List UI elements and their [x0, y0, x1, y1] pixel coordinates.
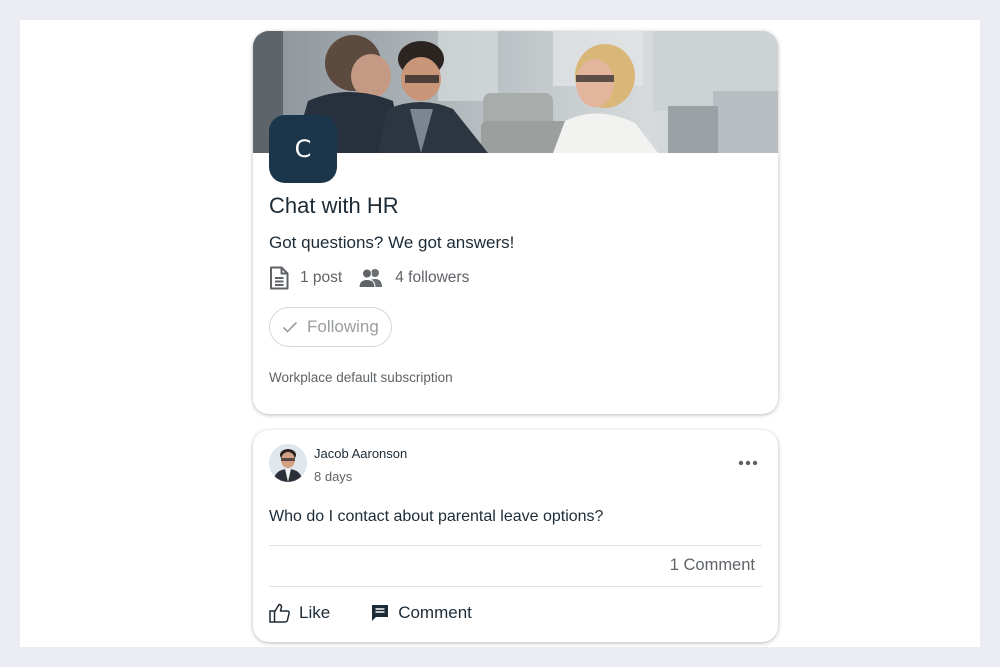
post-body: Who do I contact about parental leave op… [269, 508, 604, 525]
group-avatar[interactable]: C [269, 115, 337, 183]
post-timestamp[interactable]: 8 days [314, 469, 352, 484]
like-label: Like [299, 603, 331, 622]
comment-count-link[interactable]: 1 Comment [670, 556, 755, 575]
comment-button[interactable]: Comment [370, 603, 472, 623]
people-icon [358, 268, 384, 288]
group-description: Got questions? We got answers! [269, 233, 515, 252]
following-label: Following [307, 317, 379, 336]
more-horizontal-icon [738, 453, 758, 471]
like-button[interactable]: Like [269, 603, 330, 623]
subscription-note: Workplace default subscription [269, 370, 453, 385]
author-name[interactable]: Jacob Aaronson [314, 446, 407, 461]
comment-bubble-icon [370, 603, 398, 623]
followers-stat[interactable]: 4 followers [358, 268, 469, 288]
more-options-button[interactable] [736, 450, 760, 474]
document-icon [269, 266, 289, 290]
following-button[interactable]: Following [269, 307, 392, 347]
check-icon [282, 321, 298, 333]
posts-stat: 1 post [269, 266, 342, 290]
thumbs-up-icon [269, 603, 299, 623]
group-card: C Chat with HR Got questions? We got ans… [253, 31, 778, 414]
post-card: Jacob Aaronson 8 days Who do I contact a… [253, 430, 778, 642]
author-avatar[interactable] [269, 444, 307, 482]
followers-count: 4 followers [395, 269, 470, 286]
post-actions: Like Comment [269, 603, 472, 623]
group-avatar-letter: C [294, 135, 312, 163]
group-stats: 1 post 4 followers [269, 265, 469, 291]
comment-label: Comment [398, 603, 472, 622]
post-divider-bottom [269, 586, 762, 587]
posts-count: 1 post [300, 269, 343, 286]
group-title: Chat with HR [269, 193, 399, 218]
page-canvas: C Chat with HR Got questions? We got ans… [20, 20, 980, 647]
post-divider-top [269, 545, 762, 546]
